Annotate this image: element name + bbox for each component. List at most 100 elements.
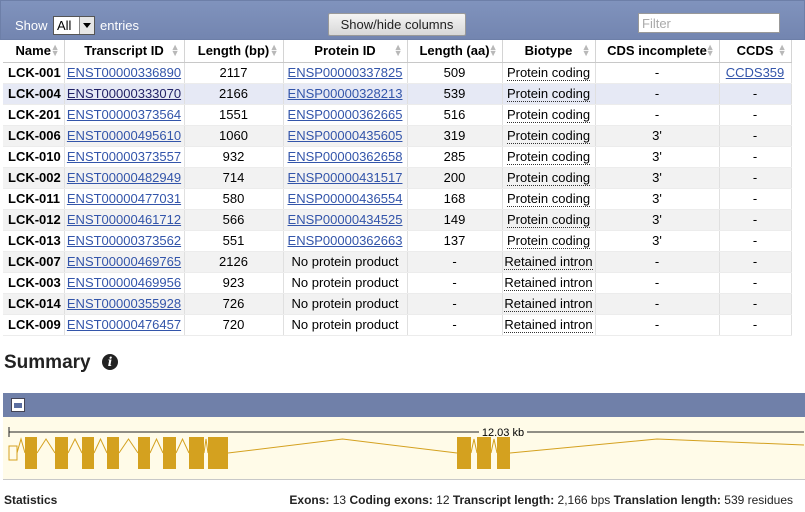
cell-cds-incomplete: - [595, 314, 720, 336]
column-header-label: Name [15, 43, 51, 59]
ccds-text: - [752, 296, 758, 311]
ccds-link[interactable]: CCDS359 [726, 65, 785, 80]
biotype-text[interactable]: Protein coding [506, 212, 591, 228]
sort-arrows-icon[interactable]: ▲ ▼ [706, 43, 715, 58]
column-header[interactable]: Name ▲ ▼ [3, 40, 65, 63]
cell-ccds: - [719, 104, 792, 126]
transcript-link[interactable]: ENST00000336890 [67, 65, 181, 80]
transcript-link[interactable]: ENST00000469956 [67, 275, 181, 290]
table-row[interactable]: LCK-009 ENST00000476457 720 No protein prod… [3, 314, 792, 336]
sort-arrows-icon[interactable]: ▲ ▼ [582, 43, 591, 58]
biotype-text[interactable]: Protein coding [506, 170, 591, 186]
protein-link[interactable]: ENSP00000337825 [288, 65, 403, 80]
chevron-down-icon[interactable] [79, 17, 94, 34]
transcript-link[interactable]: ENST00000373557 [67, 149, 181, 164]
intron-line [36, 438, 56, 454]
protein-link[interactable]: ENSP00000362665 [288, 107, 403, 122]
sort-arrows-icon[interactable]: ▲ ▼ [394, 43, 403, 58]
protein-link[interactable]: ENSP00000362658 [288, 149, 403, 164]
transcript-link[interactable]: ENST00000469765 [67, 254, 181, 269]
biotype-text[interactable]: Protein coding [506, 107, 591, 123]
filter-input[interactable] [638, 13, 780, 33]
column-header[interactable]: CCDS ▲ ▼ [719, 40, 792, 63]
biotype-text[interactable]: Protein coding [506, 191, 591, 207]
table-row[interactable]: LCK-002 ENST00000482949 714 ENSP00000431517… [3, 167, 792, 189]
cell-length-aa: 319 [407, 125, 503, 147]
biotype-text[interactable]: Protein coding [506, 149, 591, 165]
protein-link[interactable]: ENSP00000435605 [288, 128, 403, 143]
ccds-text: - [752, 86, 758, 101]
sort-arrows-icon[interactable]: ▲ ▼ [171, 43, 180, 58]
info-icon[interactable]: i [102, 354, 118, 370]
transcript-link[interactable]: ENST00000461712 [67, 212, 181, 227]
table-row[interactable]: LCK-011 ENST00000477031 580 ENSP00000436554… [3, 188, 792, 210]
table-row[interactable]: LCK-012 ENST00000461712 566 ENSP00000434525… [3, 209, 792, 231]
column-header[interactable]: Length (bp) ▲ ▼ [184, 40, 284, 63]
length-bp-text: 714 [222, 170, 245, 185]
table-row[interactable]: LCK-201 ENST00000373564 1551 ENSP0000036266… [3, 104, 792, 126]
table-header-row: Name ▲ ▼ Transcript ID ▲ ▼ Length (bp) ▲ ▼ Protei… [3, 40, 792, 63]
table-row[interactable]: LCK-006 ENST00000495610 1060 ENSP0000043560… [3, 125, 792, 147]
cell-biotype: Retained intron [502, 314, 596, 336]
cell-transcript: ENST00000482949 [64, 167, 185, 189]
table-row[interactable]: LCK-004 ENST00000333070 2166 ENSP0000032821… [3, 83, 792, 105]
column-header[interactable]: Biotype ▲ ▼ [502, 40, 596, 63]
transcript-length-value: 2,166 bps [557, 493, 611, 507]
column-header[interactable]: CDS incomplete ▲ ▼ [595, 40, 720, 63]
protein-link[interactable]: ENSP00000434525 [288, 212, 403, 227]
column-header[interactable]: Transcript ID ▲ ▼ [64, 40, 185, 63]
length-aa-text: - [452, 317, 457, 332]
protein-link[interactable]: ENSP00000362663 [288, 233, 403, 248]
transcript-link[interactable]: ENST00000373562 [67, 233, 181, 248]
cell-cds-incomplete: - [595, 104, 720, 126]
table-row[interactable]: LCK-003 ENST00000469956 923 No protein prod… [3, 272, 792, 294]
biotype-text[interactable]: Protein coding [506, 233, 591, 249]
show-hide-columns-button[interactable]: Show/hide columns [328, 13, 466, 36]
cell-length-aa: - [407, 251, 503, 273]
biotype-text[interactable]: Protein coding [506, 65, 591, 81]
cell-transcript: ENST00000469956 [64, 272, 185, 294]
cell-name: LCK-011 [3, 188, 65, 210]
cell-length-bp: 580 [184, 188, 284, 210]
transcript-link[interactable]: ENST00000495610 [67, 128, 181, 143]
table-row[interactable]: LCK-013 ENST00000373562 551 ENSP00000362663… [3, 230, 792, 252]
biotype-text[interactable]: Retained intron [504, 254, 593, 270]
transcript-link[interactable]: ENST00000477031 [67, 191, 181, 206]
statistics-values: Exons: 13 Coding exons: 12 Transcript le… [289, 493, 793, 507]
biotype-text[interactable]: Protein coding [506, 86, 591, 102]
length-bp-text: 720 [222, 317, 245, 332]
protein-link[interactable]: ENSP00000436554 [288, 191, 403, 206]
coding-exon [55, 437, 68, 469]
ccds-text: - [752, 212, 758, 227]
protein-link[interactable]: ENSP00000328213 [288, 86, 403, 101]
column-header[interactable]: Protein ID ▲ ▼ [283, 40, 408, 63]
table-row[interactable]: LCK-007 ENST00000469765 2126 No protein pro… [3, 251, 792, 273]
sort-arrows-icon[interactable]: ▲ ▼ [51, 43, 60, 58]
table-row[interactable]: LCK-010 ENST00000373557 932 ENSP00000362658… [3, 146, 792, 168]
table-row[interactable]: LCK-001 ENST00000336890 2117 ENSP0000033782… [3, 62, 792, 84]
length-aa-text: - [452, 296, 457, 311]
table-row[interactable]: LCK-014 ENST00000355928 726 No protein prod… [3, 293, 792, 315]
name-text: LCK-014 [8, 296, 61, 311]
entries-select[interactable]: All [53, 16, 95, 35]
transcript-link[interactable]: ENST00000373564 [67, 107, 181, 122]
cell-length-bp: 566 [184, 209, 284, 231]
cell-length-bp: 2166 [184, 83, 284, 105]
biotype-text[interactable]: Protein coding [506, 128, 591, 144]
column-header[interactable]: Length (aa) ▲ ▼ [407, 40, 503, 63]
biotype-text[interactable]: Retained intron [504, 275, 593, 291]
image-export-icon[interactable] [11, 398, 25, 412]
transcript-link[interactable]: ENST00000355928 [67, 296, 181, 311]
cds-incomplete-text: 3' [652, 170, 662, 185]
protein-link[interactable]: ENSP00000431517 [288, 170, 403, 185]
biotype-text[interactable]: Retained intron [504, 317, 593, 333]
sort-arrows-icon[interactable]: ▲ ▼ [270, 43, 279, 58]
biotype-text[interactable]: Retained intron [504, 296, 593, 312]
transcript-link[interactable]: ENST00000482949 [67, 170, 181, 185]
transcript-link[interactable]: ENST00000476457 [67, 317, 181, 332]
sort-arrows-icon[interactable]: ▲ ▼ [489, 43, 498, 58]
cell-name: LCK-004 [3, 83, 65, 105]
transcript-link[interactable]: ENST00000333070 [67, 86, 181, 101]
cell-protein: ENSP00000337825 [283, 62, 408, 84]
sort-arrows-icon[interactable]: ▲ ▼ [778, 43, 787, 58]
